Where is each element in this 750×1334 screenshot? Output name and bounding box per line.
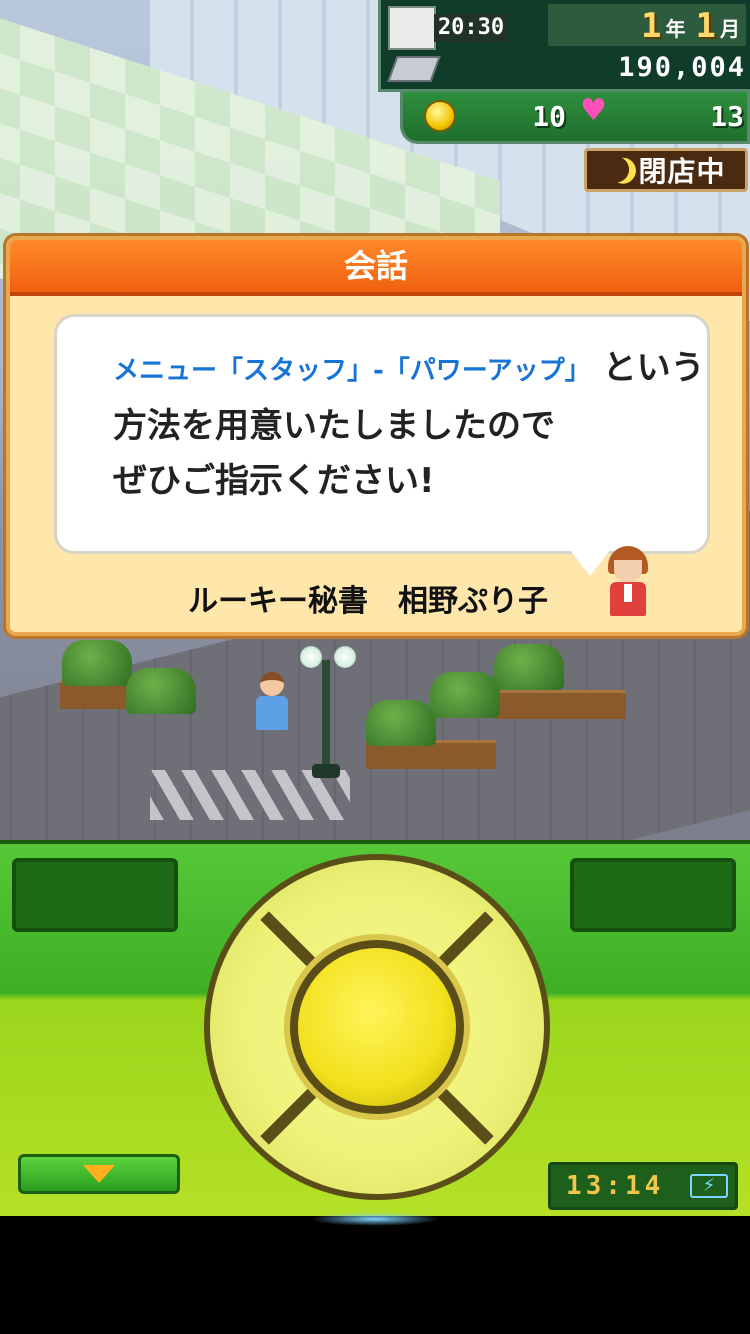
lamp-base — [312, 764, 340, 778]
menu-toggle-button[interactable] — [18, 1154, 180, 1194]
left-button-slot[interactable] — [12, 858, 178, 932]
heart-icon: ♥ — [580, 93, 607, 128]
heart-count: 13 — [710, 100, 744, 133]
avatar-face — [614, 560, 642, 582]
speech-bubble[interactable]: メニュー「スタッフ」-「パワーアップ」 という 方法を用意いたしましたので ぜひ… — [54, 314, 710, 554]
money-amount: 190,004 — [618, 52, 746, 83]
bottom-glow — [310, 1212, 440, 1226]
dialog-title: 会話 — [10, 240, 742, 296]
character-head — [260, 672, 284, 696]
month-unit: 月 — [720, 17, 740, 41]
clock-time: 13:14 — [566, 1171, 665, 1201]
customer-character[interactable] — [252, 672, 292, 736]
message-line-3: ぜひご指示ください! — [113, 461, 435, 501]
right-button-slot[interactable] — [570, 858, 736, 932]
game-date: 1 年 1 月 — [548, 4, 746, 46]
coin-icon — [424, 100, 456, 132]
store-status-text: 閉店中 — [638, 155, 726, 188]
moon-icon — [608, 156, 638, 186]
year-number: 1 — [641, 6, 662, 46]
hedge — [494, 644, 564, 690]
arrow-down-icon — [83, 1165, 115, 1183]
battery-icon: ⚡ — [690, 1174, 728, 1198]
menu-path-text: メニュー「スタッフ」-「パワーアップ」 — [113, 356, 591, 386]
hedge — [430, 672, 500, 718]
calendar-icon — [388, 6, 436, 50]
character-body — [256, 696, 288, 730]
lamp-light — [334, 646, 356, 668]
dpad-center-button[interactable] — [290, 940, 464, 1114]
avatar-tie — [624, 584, 632, 602]
conversation-dialog[interactable]: 会話 メニュー「スタッフ」-「パワーアップ」 という 方法を用意いたしましたので… — [6, 236, 746, 636]
message-line-1: メニュー「スタッフ」-「パワーアップ」 という — [113, 341, 705, 399]
hedge — [62, 640, 132, 686]
store-status-badge[interactable]: 閉店中 — [584, 148, 748, 192]
month-number: 1 — [695, 6, 716, 46]
coin-count: 10 — [532, 100, 566, 133]
message-line-2: 方法を用意いたしましたので — [113, 406, 555, 446]
hedge — [366, 700, 436, 746]
lamp-light — [300, 646, 322, 668]
message-line-1-rest: という — [602, 348, 705, 388]
hedge — [126, 668, 196, 714]
street-lamp — [322, 660, 330, 770]
planter — [496, 690, 626, 719]
speaker-name: ルーキー秘書 相野ぷり子 — [188, 584, 548, 619]
secretary-avatar — [596, 544, 666, 620]
year-unit: 年 — [665, 17, 686, 41]
game-time: 20:30 — [434, 14, 508, 42]
